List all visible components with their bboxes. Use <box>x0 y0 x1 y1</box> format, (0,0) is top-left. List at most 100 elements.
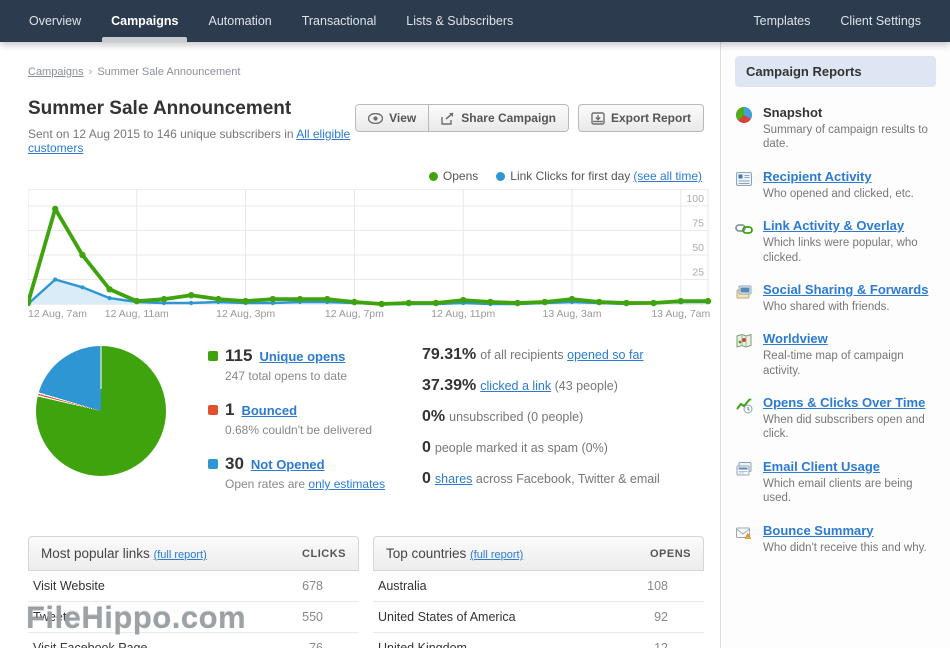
table-header: Most popular links (full report) CLICKS <box>28 536 359 571</box>
opened-so-far-link[interactable]: opened so far <box>567 348 643 362</box>
nav-left: OverviewCampaignsAutomationTransactional… <box>14 0 528 42</box>
sidebar-item-desc: When did subscribers open and click. <box>763 413 936 442</box>
bounced-link[interactable]: Bounced <box>241 403 297 418</box>
export-button-label: Export Report <box>611 111 691 125</box>
not-opened-swatch-icon <box>208 459 218 469</box>
not-opened-link[interactable]: Not Opened <box>251 457 325 472</box>
sidebar-item-title[interactable]: Email Client Usage <box>763 459 936 474</box>
stat-desc: 0.68% couldn't be delivered <box>225 423 416 437</box>
sidebar-item-opens-clicks-over-time[interactable]: Opens & Clicks Over Time When did subscri… <box>735 395 936 442</box>
row-label: United Kingdom <box>375 641 467 648</box>
top-navbar: OverviewCampaignsAutomationTransactional… <box>0 0 950 42</box>
view-button[interactable]: View <box>355 104 429 132</box>
delivery-stats: 115Unique opens247 total opens to date1B… <box>208 346 416 508</box>
chart-svg: 25507510012 Aug, 7am12 Aug, 11am12 Aug, … <box>28 189 720 319</box>
nav-item-transactional[interactable]: Transactional <box>287 0 392 42</box>
stat-block-not-opened: 30Not OpenedOpen rates are only estimate… <box>208 454 416 491</box>
stat-value: 1 <box>225 400 234 420</box>
eye-icon <box>368 113 383 124</box>
nav-item-templates[interactable]: Templates <box>738 0 825 42</box>
full-report-link[interactable]: (full report) <box>470 549 523 561</box>
nav-item-campaigns[interactable]: Campaigns <box>96 0 193 42</box>
recipient-list-icon <box>735 170 753 188</box>
pie-chart-icon <box>735 106 753 124</box>
clicked-a-link-link[interactable]: clicked a link <box>480 379 551 393</box>
table-row: Visit Facebook Page76 <box>28 633 359 648</box>
row-label: United States of America <box>375 610 516 624</box>
stat-block-bounced: 1 Bounced 0.68% couldn't be delivered <box>208 400 416 437</box>
sidebar-item-desc: Who didn't receive this and why. <box>763 541 927 555</box>
page-title: Summer Sale Announcement <box>28 98 355 120</box>
sidebar-item-link-activity-overlay[interactable]: Link Activity & Overlay Which links were … <box>735 218 936 265</box>
sidebar-item-title[interactable]: Opens & Clicks Over Time <box>763 395 936 410</box>
subtitle-text: Sent on 12 Aug 2015 to 146 unique subscr… <box>28 127 296 141</box>
sidebar-item-desc: Who opened and clicked, etc. <box>763 187 914 201</box>
sidebar-item-title[interactable]: Recipient Activity <box>763 169 914 184</box>
row-value: 678 <box>302 579 357 593</box>
social-cards-icon <box>735 283 753 301</box>
svg-text:25: 25 <box>692 267 704 279</box>
sidebar-item-title[interactable]: Worldview <box>763 331 936 346</box>
export-report-button[interactable]: Export Report <box>578 104 704 132</box>
table-most-popular-links: Most popular links (full report) CLICKS Vi… <box>28 536 359 648</box>
email-client-icon <box>735 460 753 478</box>
svg-text:13 Aug, 7am: 13 Aug, 7am <box>651 308 710 319</box>
view-button-label: View <box>389 111 416 125</box>
svg-text:12 Aug, 7am: 12 Aug, 7am <box>28 308 87 319</box>
svg-text:12 Aug, 3pm: 12 Aug, 3pm <box>216 308 275 319</box>
row-label: Australia <box>375 579 427 593</box>
sidebar-item-desc: Who shared with friends. <box>763 300 928 314</box>
breadcrumb: Campaigns›Summer Sale Announcement <box>28 66 704 78</box>
breadcrumb-separator: › <box>89 66 93 78</box>
sidebar-item-desc: Which links were popular, who clicked. <box>763 236 936 265</box>
sidebar-item-bounce-summary[interactable]: Bounce Summary Who didn't receive this an… <box>735 523 936 555</box>
row-label: Visit Facebook Page <box>30 641 147 648</box>
sidebar-item-desc: Summary of campaign results to date. <box>763 123 936 152</box>
table-title: Most popular links <box>41 546 150 561</box>
stat-desc: 247 total opens to date <box>225 369 416 383</box>
shares-link[interactable]: shares <box>435 472 473 486</box>
table-header: Top countries (full report)OPENS <box>373 536 704 571</box>
rate-value: 0% <box>422 408 445 425</box>
rate-stat: 79.31%of all recipients opened so far <box>422 346 704 364</box>
nav-item-overview[interactable]: Overview <box>14 0 96 42</box>
reports-sidebar: Campaign Reports SnapshotSummary of camp… <box>720 42 950 648</box>
stat-block-unique-opens: 115Unique opens247 total opens to date <box>208 346 416 383</box>
sidebar-item-worldview[interactable]: WorldviewReal-time map of campaign activ… <box>735 331 936 378</box>
share-button-label: Share Campaign <box>461 111 556 125</box>
stat-desc: Open rates are only estimates <box>225 477 416 491</box>
legend-opens: Opens <box>429 169 478 183</box>
table-row: United States of America 92 <box>373 602 704 633</box>
map-icon <box>735 332 753 350</box>
page-subtitle: Sent on 12 Aug 2015 to 146 unique subscr… <box>28 127 355 155</box>
sidebar-item-title[interactable]: Social Sharing & Forwards <box>763 282 928 297</box>
table-top-countries: Top countries (full report)OPENSAustrali… <box>373 536 704 648</box>
sidebar-item-email-client-usage[interactable]: Email Client UsageWhich email clients ar… <box>735 459 936 506</box>
export-icon <box>591 112 605 125</box>
svg-text:12 Aug, 11am: 12 Aug, 11am <box>105 308 169 319</box>
sidebar-item-social-sharing-forwards[interactable]: Social Sharing & Forwards Who shared with… <box>735 282 936 314</box>
campaign-reports-header: Campaign Reports <box>735 56 936 87</box>
sidebar-item-title[interactable]: Bounce Summary <box>763 523 927 538</box>
nav-item-automation[interactable]: Automation <box>193 0 286 42</box>
legend-clicks: Link Clicks for first day (see all time) <box>496 169 702 183</box>
share-campaign-button[interactable]: Share Campaign <box>429 104 569 132</box>
breadcrumb-campaigns-link[interactable]: Campaigns <box>28 66 84 78</box>
unique-opens-link[interactable]: Unique opens <box>259 349 345 364</box>
row-label: Tweet <box>30 610 66 624</box>
table-row: Australia108 <box>373 571 704 602</box>
only-estimates-link[interactable]: only estimates <box>308 477 385 491</box>
rate-value: 0 <box>422 470 431 487</box>
full-report-link[interactable]: (full report) <box>154 549 207 561</box>
see-all-time-link[interactable]: (see all time) <box>633 169 702 183</box>
rate-value: 0 <box>422 439 431 456</box>
sidebar-item-recipient-activity[interactable]: Recipient Activity Who opened and clicked… <box>735 169 936 201</box>
legend-clicks-label: Link Clicks for first day <box>510 169 630 183</box>
sidebar-item-title[interactable]: Link Activity & Overlay <box>763 218 936 233</box>
row-value: 92 <box>654 610 702 624</box>
table-col-header: CLICKS <box>302 548 346 560</box>
nav-item-lists-subscribers[interactable]: Lists & Subscribers <box>391 0 528 42</box>
nav-item-client-settings[interactable]: Client Settings <box>825 0 936 42</box>
row-label: Visit Website <box>30 579 105 593</box>
svg-text:75: 75 <box>692 218 704 230</box>
